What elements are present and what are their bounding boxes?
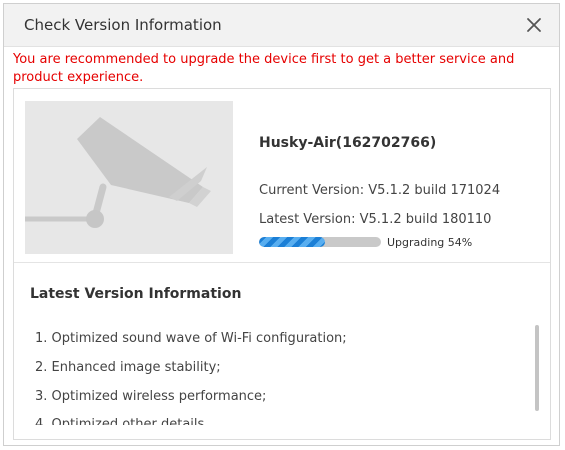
close-icon[interactable] [526, 17, 542, 33]
info-scrollbar[interactable] [535, 325, 539, 411]
list-item: 2. Enhanced image stability; [35, 360, 221, 375]
list-item: 3. Optimized wireless performance; [35, 389, 267, 404]
version-content-panel: Husky-Air(162702766) Current Version: V5… [13, 88, 551, 440]
latest-info-heading: Latest Version Information [30, 286, 242, 302]
latest-version-text: Latest Version: V5.1.2 build 180110 [259, 212, 492, 227]
check-version-dialog: Check Version Information You are recomm… [3, 3, 560, 446]
device-name: Husky-Air(162702766) [259, 135, 437, 151]
upgrade-progress-bar [259, 237, 381, 247]
dialog-title-bar: Check Version Information [4, 4, 559, 47]
current-version-text: Current Version: V5.1.2 build 171024 [259, 183, 501, 198]
upgrade-warning-text: You are recommended to upgrade the devic… [13, 52, 515, 85]
device-summary: Husky-Air(162702766) Current Version: V5… [14, 89, 550, 263]
upgrade-progress-label: Upgrading 54% [387, 236, 473, 249]
latest-info-list[interactable]: 1. Optimized sound wave of Wi-Fi configu… [14, 321, 534, 425]
camera-icon [25, 101, 233, 254]
upgrade-progress-fill [259, 237, 325, 247]
list-item: 1. Optimized sound wave of Wi-Fi configu… [35, 331, 347, 346]
dialog-title: Check Version Information [24, 16, 222, 34]
list-item: 4. Optimized other details. [35, 417, 209, 425]
